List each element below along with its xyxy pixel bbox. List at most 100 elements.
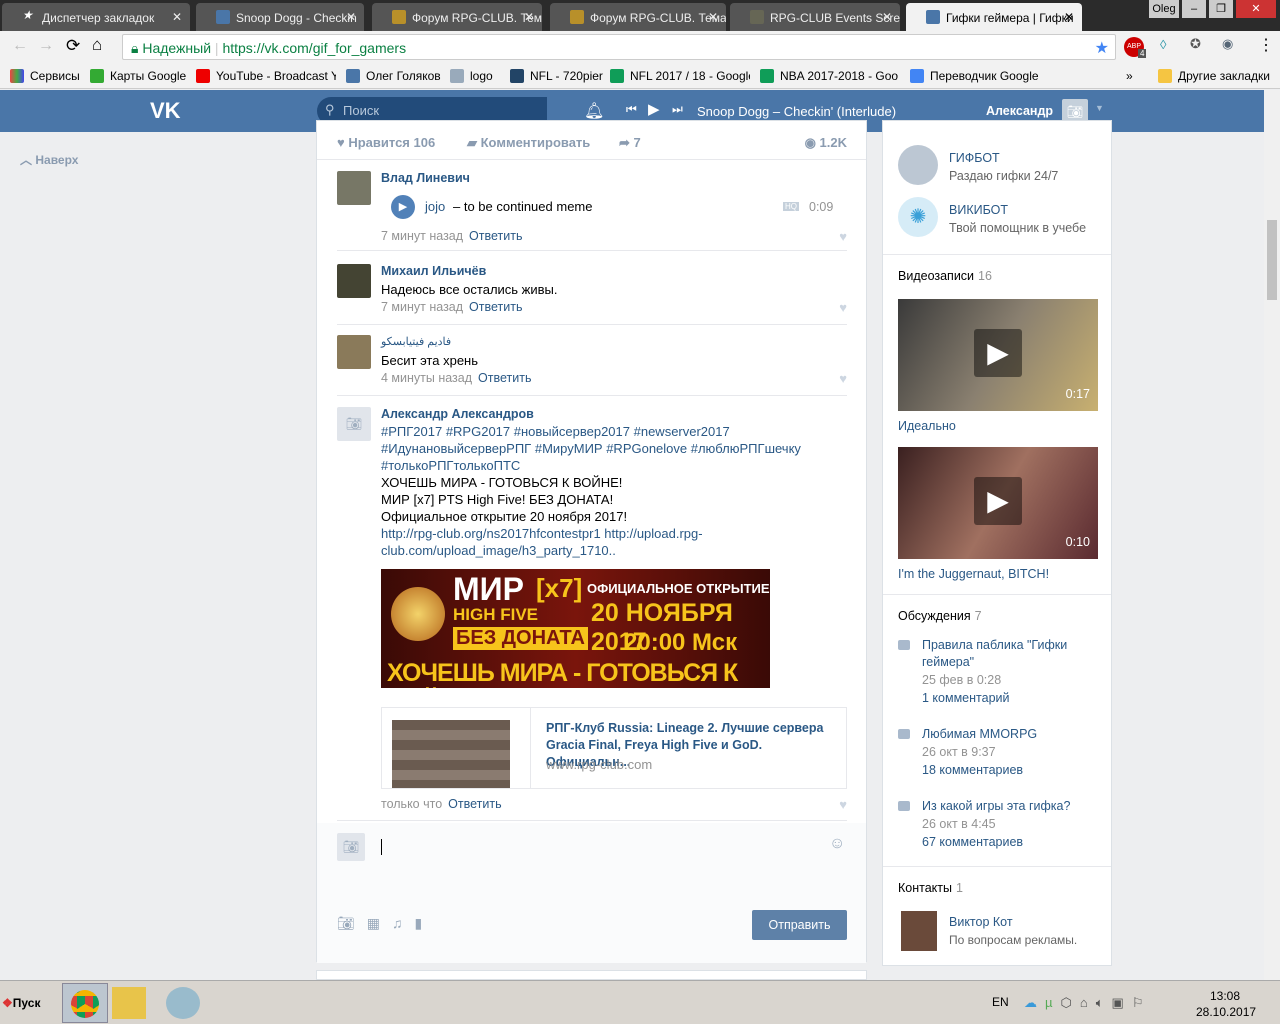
bookmark-youtube[interactable]: YouTube - Broadcast Y [196,69,336,83]
avatar[interactable] [337,171,371,205]
clock-date[interactable]: 28.10.2017 [1196,1005,1256,1019]
close-icon[interactable]: ✕ [172,10,182,24]
reply-link[interactable]: Ответить [469,300,522,314]
videos-header[interactable]: Видеозаписи 16 [883,255,1111,283]
avatar[interactable] [337,264,371,298]
video-title[interactable]: I'm the Juggernaut, BITCH! [898,567,1049,581]
volume-icon[interactable]: 🔈︎ [1096,995,1104,1011]
bot-name[interactable]: ВИКИБОТ [949,203,1008,217]
previous-track-icon[interactable]: ⏮ [626,102,637,117]
video-thumbnail[interactable]: ▶ 0:10 [898,447,1098,559]
bookmark-apps[interactable]: Сервисы [10,69,80,83]
comment-author[interactable]: Михаил Ильичёв [381,264,486,278]
bookmark-star-icon[interactable]: ★ [1095,38,1109,58]
like-heart-icon[interactable]: ♥ [839,300,847,315]
comment-author[interactable]: Влад Линевич [381,171,470,185]
tab-snoop-dogg[interactable]: Snoop Dogg - Checkin ✕ [196,3,364,31]
address-bar[interactable]: 🔒︎ Надежный | https://vk.com/gif_for_gam… [122,34,1116,60]
now-playing-track[interactable]: Snoop Dogg – Checkin' (Interlude) [697,104,896,119]
comment-author[interactable]: Александр Александров [381,407,534,421]
language-indicator[interactable]: EN [992,995,1009,1009]
taskbar-chrome[interactable] [62,983,108,1023]
bookmark-nba-sheet[interactable]: NBA 2017-2018 - Goog [760,69,898,83]
close-icon[interactable]: ✕ [882,10,892,24]
tab-rpg-events[interactable]: RPG-CLUB Events Screen ✕ [730,3,900,31]
like-heart-icon[interactable]: ♥ [839,371,847,386]
contact-avatar[interactable] [901,911,937,951]
comment-links[interactable]: http://rpg-club.org/ns2017hfcontestpr1 h… [381,525,721,559]
paint-icon[interactable] [166,987,200,1019]
extension-drop-icon[interactable]: ◊ [1160,37,1166,52]
hashtags[interactable]: #РПГ2017 #RPG2017 #новыйсервер2017 #news… [381,423,821,474]
close-icon[interactable]: ✕ [1064,10,1074,24]
profile-button[interactable]: Oleg [1149,0,1179,18]
scrollbar[interactable] [1264,90,1280,980]
tab-gif-for-gamers[interactable]: Гифки геймера | Гифки ✕ [906,3,1082,31]
like-heart-icon[interactable]: ♥ [839,797,847,812]
chevron-down-icon[interactable]: ▼ [1095,103,1104,113]
explorer-folder-icon[interactable] [112,987,146,1019]
video-thumbnail[interactable]: ▶ 0:17 [898,299,1098,411]
other-bookmarks[interactable]: Другие закладки [1158,69,1270,83]
contact-name[interactable]: Виктор Кот [949,915,1013,929]
tab-forum-2[interactable]: Форум RPG-CLUB. Тема ✕ [550,3,726,31]
shield-icon[interactable]: ⬡ [1061,995,1072,1011]
send-button[interactable]: Отправить [752,910,847,940]
utorrent-icon[interactable]: µ [1045,995,1053,1011]
bookmarks-more-button[interactable]: » [1126,69,1133,83]
like-button[interactable]: ♥ Нравится 106 [337,135,435,150]
cloud-icon[interactable]: ☁ [1024,995,1037,1011]
clock-time[interactable]: 13:08 [1210,989,1240,1003]
back-button[interactable]: ← [12,37,28,55]
scrollbar-thumb[interactable] [1267,220,1277,300]
like-heart-icon[interactable]: ♥ [839,229,847,244]
start-button[interactable]: ❖Пуск [2,989,52,1017]
share-button[interactable]: ➦ 7 [619,135,641,151]
monitor-icon[interactable]: ▣ [1112,995,1124,1011]
audio-artist[interactable]: jojo [425,199,445,214]
close-icon[interactable]: ✕ [524,10,534,24]
comment-author[interactable]: فاديم فيتيابسكو [381,335,451,348]
network-icon[interactable]: ⌂ [1080,995,1088,1011]
extension-gear-icon[interactable]: ✪ [1190,36,1201,52]
bookmark-nfl-sheet[interactable]: NFL 2017 / 18 - Google [610,69,750,83]
video-attach-icon[interactable]: ▦ [367,915,380,932]
play-icon[interactable]: ▶ [648,100,660,118]
bookmark-maps[interactable]: Карты Google [90,69,186,83]
bot-name[interactable]: ГИФБОТ [949,151,1000,165]
minimize-button[interactable]: – [1182,0,1206,18]
close-window-button[interactable]: ✕ [1236,0,1276,18]
reply-link[interactable]: Ответить [469,229,522,243]
extension-eye-icon[interactable]: ◉ [1222,36,1233,52]
emoji-icon[interactable]: ☺ [829,835,845,853]
close-icon[interactable]: ✕ [708,10,718,24]
video-title[interactable]: Идеально [898,419,956,433]
close-icon[interactable]: ✕ [346,10,356,24]
notifications-bell-icon[interactable]: 🔔︎ [584,101,604,121]
document-attach-icon[interactable]: ▮ [415,915,423,932]
maximize-button[interactable]: ❐ [1209,0,1233,18]
audio-attach-icon[interactable]: ♫ [392,915,403,932]
bot-avatar[interactable] [898,145,938,185]
avatar[interactable]: 📷︎ [337,407,371,441]
link-card[interactable]: РПГ-Клуб Russia: Lineage 2. Лучшие серве… [381,707,847,789]
discussion-item[interactable]: Правила паблика "Гифки геймера" 25 фев в … [898,637,1098,705]
reload-button[interactable]: ⟳ [66,36,80,56]
next-track-icon[interactable]: ⏭ [672,102,683,117]
user-name[interactable]: Александр [986,104,1053,118]
contacts-header[interactable]: Контакты 1 [883,867,1111,895]
tab-bookmark-manager[interactable]: ★ Диспетчер закладок ✕ [2,3,190,31]
bookmark-nfl-720[interactable]: NFL - 720pier [510,69,603,83]
tab-forum-1[interactable]: Форум RPG-CLUB. Тема ✕ [372,3,542,31]
discussions-header[interactable]: Обсуждения 7 [883,595,1111,623]
discussion-item[interactable]: Любимая MMORPG 26 окт в 9:37 18 комментари… [898,726,1098,777]
comment-input[interactable] [375,829,851,889]
audio-play-button[interactable]: ▶ [391,195,415,219]
home-button[interactable]: ⌂ [92,35,102,55]
back-to-top-link[interactable]: ︿ Наверх [20,151,78,168]
post-banner-image[interactable]: МИР [x7] HIGH FIVE БЕЗ ДОНАТА ОФИЦИАЛЬНО… [381,569,770,688]
bookmark-logo[interactable]: logo [450,69,493,83]
vk-logo[interactable]: VK [150,98,181,124]
flag-icon[interactable]: ⚐ [1132,995,1144,1011]
bookmark-translate[interactable]: Переводчик Google [910,69,1039,83]
